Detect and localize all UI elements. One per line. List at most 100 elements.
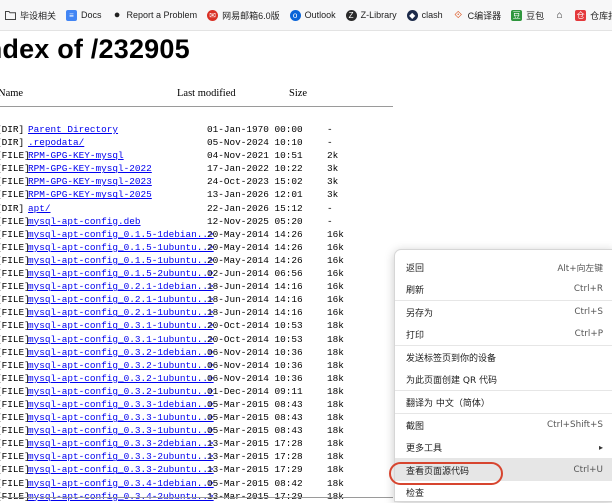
menu-item-label: 检查	[406, 488, 425, 499]
google-docs-icon: ≡	[66, 9, 78, 21]
entry-link[interactable]: mysql-apt-config_0.3.2-1ubuntu..>	[28, 360, 214, 371]
entry-link[interactable]: mysql-apt-config_0.3.2-1ubuntu..>	[28, 386, 214, 397]
bookmark-label: Report a Problem	[126, 10, 198, 20]
entry-type: [FILE]	[0, 215, 30, 227]
entry-link[interactable]: mysql-apt-config_0.3.1-1ubuntu..>	[28, 334, 214, 345]
entry-link[interactable]: mysql-apt-config_0.2.1-1ubuntu..>	[28, 307, 214, 318]
entry-name-cell: mysql-apt-config_0.2.1-1debian..>	[28, 280, 214, 293]
entry-type: [FILE]	[0, 189, 30, 201]
listing-row: [FILE]mysql-apt-config_0.1.5-1ubuntu..>2…	[0, 241, 400, 254]
entry-last-modified: 06-Nov-2014 10:36	[207, 372, 303, 384]
entry-link[interactable]: mysql-apt-config_0.3.3-2debian..>	[28, 438, 214, 449]
menu-item-more-tools[interactable]: 更多工具 ▸	[395, 436, 612, 458]
entry-size: -	[327, 124, 333, 135]
column-header-name[interactable]: Name	[0, 88, 23, 99]
menu-item-refresh[interactable]: 刷新 Ctrl+R	[395, 278, 612, 300]
entry-link[interactable]: mysql-apt-config_0.3.3-2ubuntu..>	[28, 464, 214, 475]
outlook-icon: o	[289, 9, 301, 21]
entry-size: 18k	[327, 477, 344, 489]
entry-name-cell: mysql-apt-config_0.1.5-1ubuntu..>	[28, 241, 214, 254]
bookmark-zlibrary[interactable]: Z Z-Library	[341, 5, 402, 25]
entry-type: [FILE]	[0, 359, 30, 371]
entry-link[interactable]: Parent Directory	[28, 124, 118, 135]
store-icon: 仓	[575, 9, 587, 21]
bookmark-shopping-bag[interactable]: ⌂	[549, 5, 570, 25]
entry-name-cell: mysql-apt-config_0.3.3-1ubuntu..>	[28, 411, 214, 424]
entry-link[interactable]: mysql-apt-config_0.1.5-1ubuntu..>	[28, 255, 214, 266]
menu-item-screenshot[interactable]: 截图 Ctrl+Shift+S	[395, 414, 612, 436]
menu-item-create-qr-code[interactable]: 为此页面创建 QR 代码	[395, 368, 612, 390]
menu-item-print[interactable]: 打印 Ctrl+P	[395, 323, 612, 345]
menu-item-back[interactable]: 返回 Alt+向左键	[395, 256, 612, 278]
bookmark-doubao[interactable]: 豆 豆包	[506, 5, 549, 25]
entry-last-modified: 05-Mar-2015 08:43	[207, 425, 303, 437]
listing-row: [FILE]mysql-apt-config_0.3.3-1debian..>0…	[0, 398, 400, 411]
chevron-right-icon: ▸	[598, 442, 603, 452]
bookmark-bishe-folder[interactable]: 毕设相关	[0, 5, 61, 25]
entry-size: -	[327, 202, 333, 214]
entry-last-modified: 20-Oct-2014 10:53	[207, 320, 303, 332]
listing-row: [FILE]mysql-apt-config_0.3.4-1debian..>0…	[0, 477, 400, 490]
entry-name-cell: Parent Directory	[28, 123, 118, 136]
netease-mail-icon: ✉	[207, 9, 219, 21]
entry-size: 3k	[327, 176, 339, 188]
entry-link[interactable]: mysql-apt-config_0.3.2-1debian..>	[28, 347, 214, 358]
entry-type: [FILE]	[0, 398, 30, 410]
bookmark-store-report[interactable]: 仓 仓库报表	[570, 5, 612, 25]
menu-item-save-as[interactable]: 另存为 Ctrl+S	[395, 301, 612, 323]
entry-last-modified: 01-Jan-1970 00:00	[207, 124, 303, 135]
entry-size: 16k	[327, 241, 344, 253]
entry-type: [FILE]	[0, 451, 30, 463]
entry-link[interactable]: mysql-apt-config_0.3.3-1ubuntu..>	[28, 412, 214, 423]
entry-size: 18k	[327, 464, 344, 476]
entry-link[interactable]: mysql-apt-config.deb	[28, 216, 141, 227]
entry-link[interactable]: mysql-apt-config_0.1.5-1ubuntu..>	[28, 242, 214, 253]
bookmark-c-compiler[interactable]: ⟐ C编译器	[448, 5, 507, 25]
menu-item-send-tab-to-devices[interactable]: 发送标签页到你的设备	[395, 346, 612, 368]
entry-type: [FILE]	[0, 150, 30, 162]
entry-size: 18k	[327, 359, 344, 371]
entry-link[interactable]: .repodata/	[28, 137, 84, 148]
entry-name-cell: mysql-apt-config.deb	[28, 215, 141, 228]
entry-link[interactable]: mysql-apt-config_0.3.2-1ubuntu..>	[28, 373, 214, 384]
menu-item-label: 为此页面创建 QR 代码	[406, 375, 498, 386]
entry-link[interactable]: mysql-apt-config_0.1.5-1debian..>	[28, 229, 214, 240]
listing-row: [FILE]RPM-GPG-KEY-mysql-2023 24-Oct-2023 …	[0, 175, 400, 188]
entry-link[interactable]: RPM-GPG-KEY-mysql-2022	[28, 163, 152, 174]
entry-link[interactable]: mysql-apt-config_0.3.3-1ubuntu..>	[28, 425, 214, 436]
entry-link[interactable]: RPM-GPG-KEY-mysql	[28, 150, 124, 161]
entry-link[interactable]: mysql-apt-config_0.1.5-2ubuntu..>	[28, 268, 214, 279]
menu-item-view-page-source[interactable]: 查看页面源代码 Ctrl+U	[395, 459, 612, 481]
menu-item-translate[interactable]: 翻译为 中文（简体）	[395, 391, 612, 413]
bookmark-netease-mail[interactable]: ✉ 网易邮箱6.0版	[202, 5, 285, 25]
entry-link[interactable]: mysql-apt-config_0.3.4-1debian..>	[28, 478, 214, 489]
bookmark-outlook[interactable]: o Outlook	[285, 5, 341, 25]
entry-last-modified: 05-Mar-2015 08:42	[207, 477, 303, 489]
entry-name-cell: mysql-apt-config_0.3.1-1ubuntu..>	[28, 333, 214, 346]
column-header-last-modified[interactable]: Last modified	[177, 88, 236, 99]
entry-last-modified: 13-Jan-2026 12:01	[207, 189, 303, 201]
column-header-size[interactable]: Size	[289, 88, 307, 99]
bookmark-clash[interactable]: ◆ clash	[402, 5, 448, 25]
entry-type: [FILE]	[0, 385, 30, 397]
entry-link[interactable]: mysql-apt-config_0.2.1-1debian..>	[28, 281, 214, 292]
entry-type: [FILE]	[0, 268, 30, 280]
entry-last-modified: 13-Mar-2015 17:29	[207, 464, 303, 476]
entry-link[interactable]: RPM-GPG-KEY-mysql-2025	[28, 189, 152, 200]
bookmark-docs[interactable]: ≡ Docs	[61, 5, 107, 25]
listing-row: [FILE]mysql-apt-config.deb 12-Nov-2025 05…	[0, 215, 400, 228]
menu-item-inspect[interactable]: 检查	[395, 481, 612, 501]
entry-link[interactable]: RPM-GPG-KEY-mysql-2023	[28, 176, 152, 187]
entry-link[interactable]: apt/	[28, 203, 51, 214]
entry-size: 18k	[327, 438, 344, 450]
entry-link[interactable]: mysql-apt-config_0.3.3-2ubuntu..>	[28, 451, 214, 462]
menu-item-label: 翻译为 中文（简体）	[406, 398, 490, 409]
entry-name-cell: RPM-GPG-KEY-mysql-2023	[28, 175, 152, 188]
page-title: Index of /232905	[0, 34, 190, 64]
entry-link[interactable]: mysql-apt-config_0.2.1-1ubuntu..>	[28, 294, 214, 305]
bookmark-label: 毕设相关	[20, 10, 57, 21]
entry-link[interactable]: mysql-apt-config_0.3.1-1ubuntu..>	[28, 320, 214, 331]
bookmark-report-a-problem[interactable]: ● Report a Problem	[107, 5, 203, 25]
entry-link[interactable]: mysql-apt-config_0.3.3-1debian..>	[28, 399, 214, 410]
entry-last-modified: 24-Oct-2023 15:02	[207, 176, 303, 188]
